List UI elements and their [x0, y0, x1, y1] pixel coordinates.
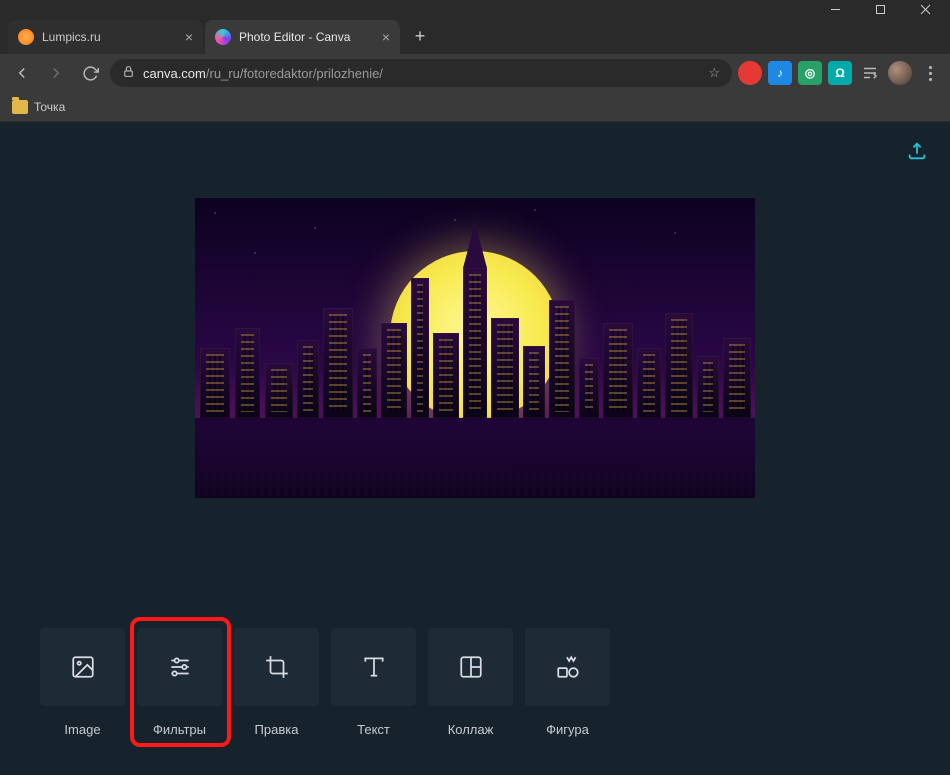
image-icon	[70, 654, 96, 680]
tool-crop[interactable]: Правка	[234, 628, 319, 737]
image-canvas[interactable]	[195, 198, 755, 498]
tool-image[interactable]: Image	[40, 628, 125, 737]
favicon-icon	[215, 29, 231, 45]
reload-button[interactable]	[76, 59, 104, 87]
text-icon	[361, 654, 387, 680]
bookmark-label: Точка	[34, 100, 65, 114]
close-icon[interactable]: ×	[177, 29, 193, 45]
tool-collage[interactable]: Коллаж	[428, 628, 513, 737]
browser-tab-strip: Lumpics.ru × Photo Editor - Canva × +	[0, 18, 950, 54]
upload-icon	[906, 140, 928, 162]
favicon-icon	[18, 29, 34, 45]
url-domain: canva.com	[143, 66, 206, 81]
window-maximize-button[interactable]	[858, 0, 903, 18]
browser-menu-button[interactable]	[918, 61, 942, 85]
address-bar[interactable]: canva.com /ru_ru/fotoredaktor/prilozheni…	[110, 59, 732, 87]
tool-dock: Image Фильтры Правка Текст Коллаж Фигура	[40, 628, 610, 737]
tool-label: Image	[64, 722, 100, 737]
folder-icon	[12, 100, 28, 114]
tool-text[interactable]: Текст	[331, 628, 416, 737]
sliders-icon	[167, 654, 193, 680]
lock-icon	[122, 65, 135, 81]
tool-filters[interactable]: Фильтры	[137, 628, 222, 737]
tool-label: Фигура	[546, 722, 589, 737]
new-tab-button[interactable]: +	[406, 22, 434, 50]
back-button[interactable]	[8, 59, 36, 87]
profile-avatar[interactable]	[888, 61, 912, 85]
close-icon[interactable]: ×	[374, 29, 390, 45]
window-close-button[interactable]	[903, 0, 948, 18]
tab-lumpics[interactable]: Lumpics.ru ×	[8, 20, 203, 54]
share-button[interactable]	[906, 140, 928, 162]
extension-button[interactable]: ◎	[798, 61, 822, 85]
extension-button[interactable]: Ω	[828, 61, 852, 85]
bookmarks-bar: Точка	[0, 92, 950, 122]
tool-label: Фильтры	[153, 722, 206, 737]
bookmark-star-icon[interactable]: ☆	[708, 65, 720, 81]
tool-label: Коллаж	[448, 722, 494, 737]
shapes-icon	[555, 654, 581, 680]
crop-icon	[264, 654, 290, 680]
forward-button[interactable]	[42, 59, 70, 87]
tool-label: Правка	[255, 722, 299, 737]
collage-icon	[458, 654, 484, 680]
url-path: /ru_ru/fotoredaktor/prilozhenie/	[206, 66, 383, 81]
window-minimize-button[interactable]	[813, 0, 858, 18]
photo-editor-app: Image Фильтры Правка Текст Коллаж Фигура	[0, 122, 950, 775]
bookmark-folder[interactable]: Точка	[12, 100, 65, 114]
extension-button[interactable]	[738, 61, 762, 85]
browser-toolbar: canva.com /ru_ru/fotoredaktor/prilozheni…	[0, 54, 950, 92]
tab-label: Photo Editor - Canva	[239, 30, 350, 44]
extension-button[interactable]: ♪	[768, 61, 792, 85]
tab-label: Lumpics.ru	[42, 30, 101, 44]
tool-shape[interactable]: Фигура	[525, 628, 610, 737]
tab-canva[interactable]: Photo Editor - Canva ×	[205, 20, 400, 54]
reading-list-icon[interactable]	[858, 61, 882, 85]
tool-label: Текст	[357, 722, 390, 737]
